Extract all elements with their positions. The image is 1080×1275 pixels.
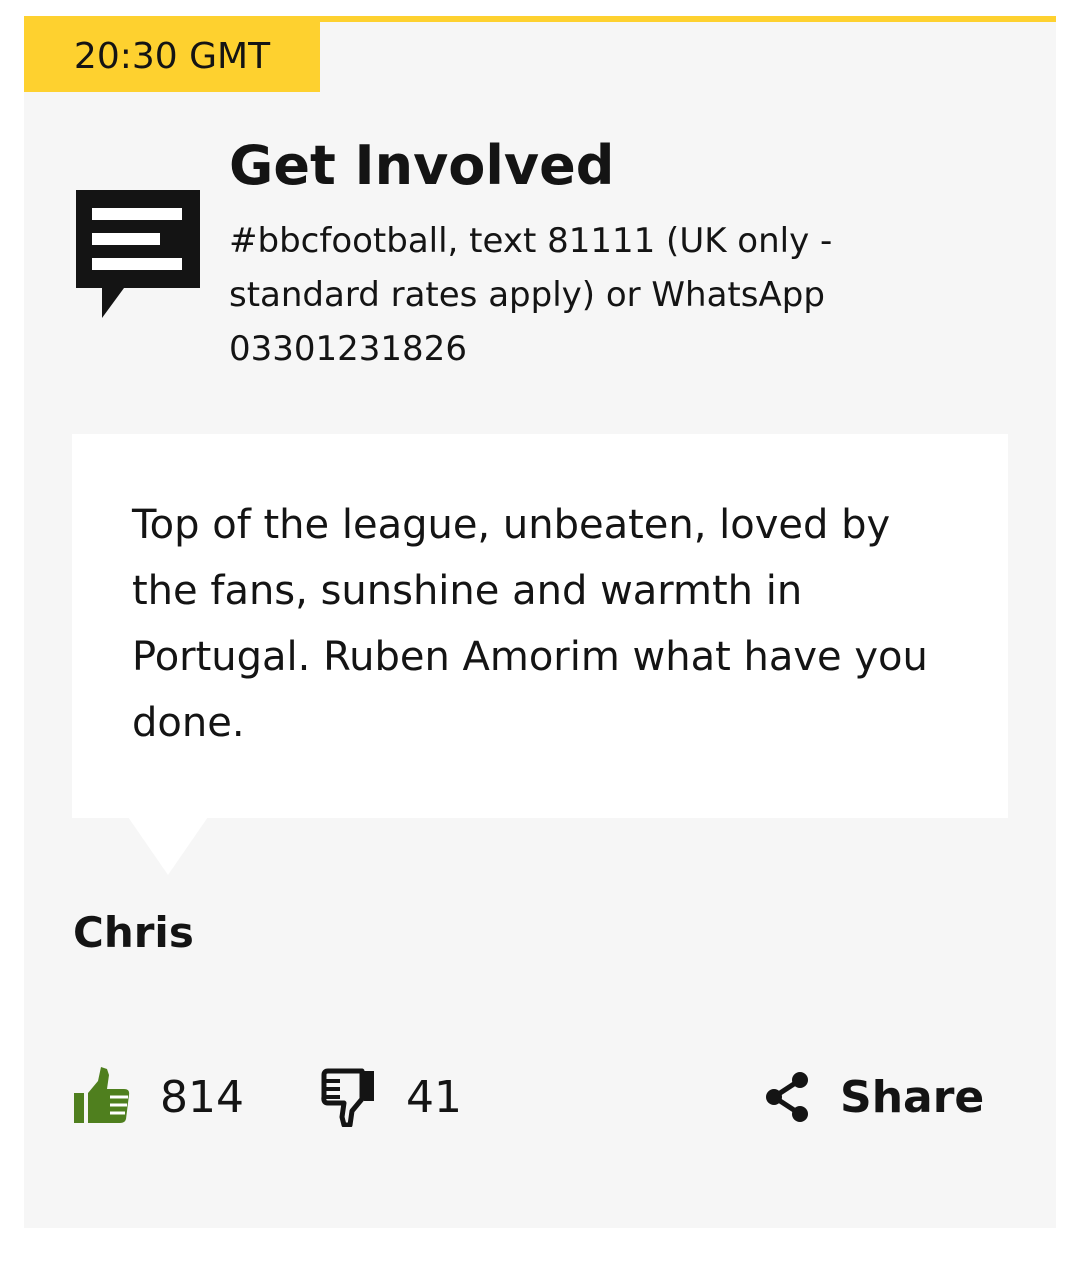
comment-author: Chris bbox=[73, 908, 194, 957]
thumbs-down-icon bbox=[321, 1068, 374, 1127]
comment-bubble: Top of the league, unbeaten, loved by th… bbox=[72, 434, 1008, 818]
dislike-button[interactable]: 41 bbox=[320, 1062, 462, 1132]
share-button[interactable]: Share bbox=[764, 1062, 984, 1132]
like-button[interactable]: 814 bbox=[74, 1062, 244, 1132]
live-post-card: 20:30 GMT Get Involved #bbcfootball, tex… bbox=[24, 16, 1056, 1228]
get-involved-title: Get Involved bbox=[229, 134, 615, 197]
dislike-count: 41 bbox=[406, 1071, 462, 1123]
share-label: Share bbox=[840, 1071, 985, 1123]
thumbs-up-icon bbox=[74, 1067, 130, 1123]
comment-text: Top of the league, unbeaten, loved by th… bbox=[132, 502, 928, 746]
share-icon bbox=[766, 1072, 808, 1122]
comment-icon bbox=[76, 190, 200, 320]
get-involved-description: #bbcfootball, text 81111 (UK only - stan… bbox=[229, 221, 833, 369]
comment-bubble-tail bbox=[128, 817, 208, 875]
timestamp-badge: 20:30 GMT bbox=[24, 21, 320, 92]
like-count: 814 bbox=[160, 1071, 244, 1123]
timestamp-text: 20:30 GMT bbox=[73, 36, 271, 77]
reaction-bar: 814 41 Share bbox=[24, 1062, 1056, 1132]
